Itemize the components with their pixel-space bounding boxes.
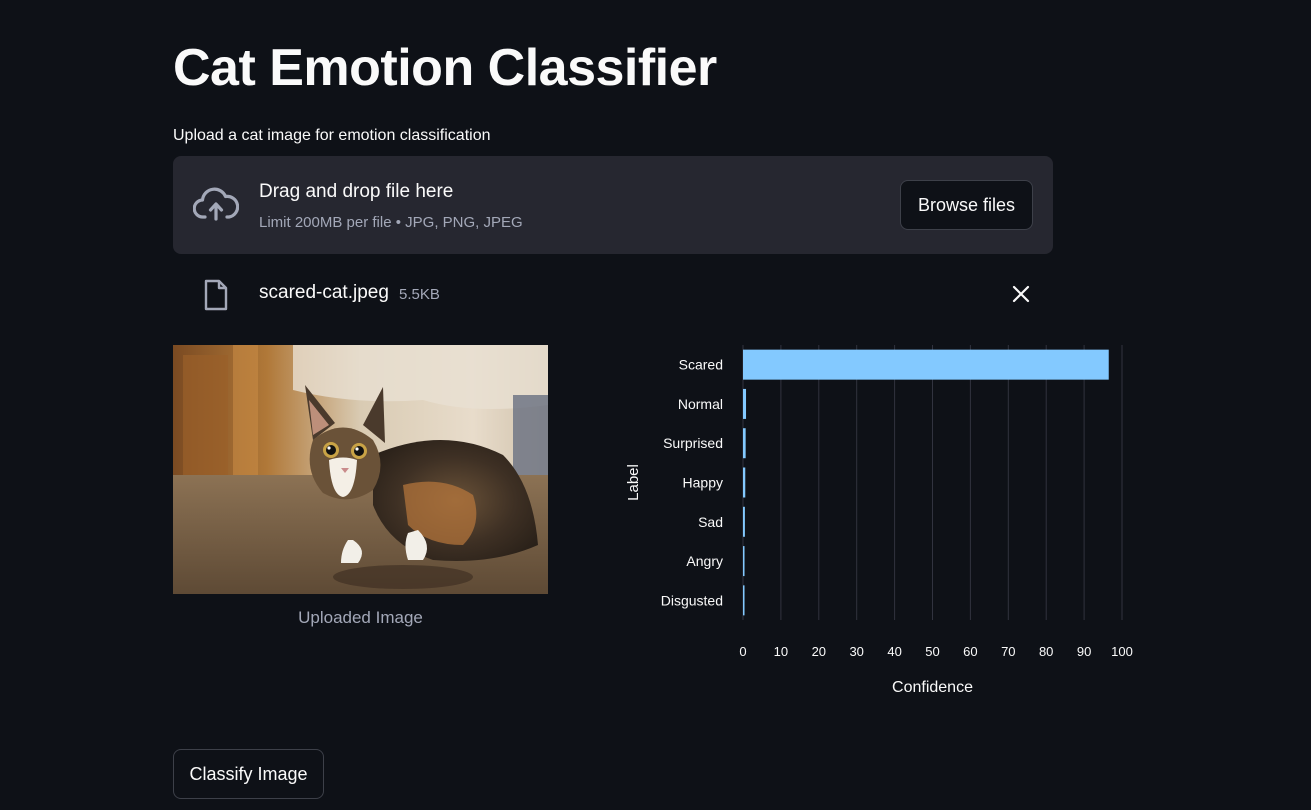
y-tick-label: Surprised	[663, 435, 723, 451]
x-tick-label: 10	[774, 644, 788, 659]
file-name: scared-cat.jpeg	[259, 282, 389, 303]
browse-files-button[interactable]: Browse files	[900, 180, 1033, 230]
x-tick-label: 80	[1039, 644, 1053, 659]
bar	[743, 349, 1109, 380]
x-tick-label: 70	[1001, 644, 1015, 659]
y-tick-label: Disgusted	[661, 592, 723, 608]
dropzone-title: Drag and drop file here	[259, 181, 454, 202]
y-tick-label: Scared	[679, 357, 723, 373]
x-tick-label: 50	[925, 644, 939, 659]
x-tick-label: 60	[963, 644, 977, 659]
close-icon[interactable]	[1009, 282, 1033, 306]
x-tick-label: 40	[887, 644, 901, 659]
y-tick-label: Normal	[678, 396, 723, 412]
y-tick-label: Sad	[698, 514, 723, 530]
x-axis-title: Confidence	[892, 679, 973, 696]
bar	[743, 546, 745, 577]
y-axis-title: Label	[625, 464, 642, 501]
bar	[743, 506, 745, 537]
x-tick-label: 100	[1111, 644, 1133, 659]
y-tick-label: Happy	[683, 475, 723, 491]
bar	[743, 388, 747, 419]
bar	[743, 428, 746, 459]
x-tick-label: 0	[739, 644, 746, 659]
x-tick-label: 30	[849, 644, 863, 659]
confidence-bar-chart: 0 10 20 30 40 50 60 70 80 90 100 Scared Normal Surpri…	[625, 345, 1133, 696]
file-size: 5.5KB	[399, 286, 440, 303]
classify-image-button[interactable]: Classify Image	[173, 749, 324, 799]
cloud-upload-icon	[193, 187, 239, 221]
file-icon	[204, 279, 228, 311]
upload-label: Upload a cat image for emotion classific…	[173, 127, 491, 144]
page-title: Cat Emotion Classifier	[173, 39, 717, 97]
uploaded-cat-image	[173, 345, 548, 594]
y-tick-label: Angry	[686, 553, 723, 569]
dropzone-limit: Limit 200MB per file • JPG, PNG, JPEG	[259, 214, 523, 231]
x-tick-label: 90	[1077, 644, 1091, 659]
x-tick-label: 20	[812, 644, 826, 659]
bar	[743, 585, 745, 616]
file-dropzone[interactable]: Drag and drop file here Limit 200MB per …	[173, 156, 1053, 254]
bar	[743, 467, 746, 498]
uploaded-file-row: scared-cat.jpeg 5.5KB	[173, 270, 1053, 320]
image-caption: Uploaded Image	[298, 608, 423, 627]
